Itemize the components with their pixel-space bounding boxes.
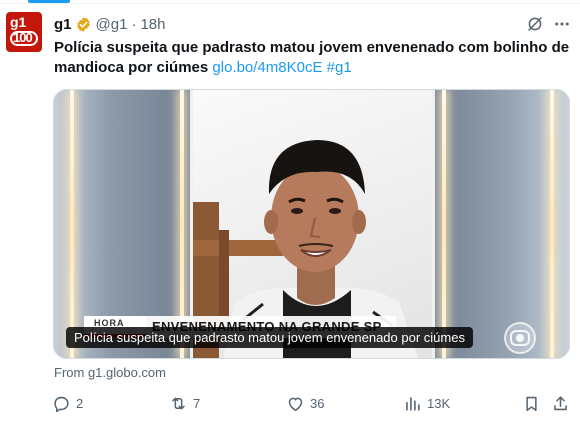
avatar-logo-text: g1 [10,14,27,30]
reply-button[interactable]: 2 [52,392,83,414]
bookmark-icon [526,396,537,411]
tweet-time[interactable]: 18h [140,16,165,33]
views-count: 13K [427,395,451,411]
video-caption: Polícia suspeita que padrasto matou jove… [66,327,473,348]
tweet-actions: 2 7 36 13K [52,392,572,416]
like-button[interactable]: 36 [286,392,324,414]
top-divider [0,0,580,4]
bookmark-button[interactable] [522,392,546,414]
views-icon [406,396,420,411]
tweet-hashtag[interactable]: #g1 [327,59,352,76]
share-button[interactable] [551,392,575,414]
video-card[interactable]: HORA ENVENENAMENTO NA GRANDE SP Polícia … [53,89,570,359]
author-name[interactable]: g1 [54,16,72,33]
author-handle[interactable]: @g1 [96,16,128,33]
verified-badge-icon[interactable] [75,16,92,33]
repost-icon [172,397,185,409]
avatar-badge-text: 100 [13,30,33,45]
repost-button[interactable]: 7 [169,392,200,414]
share-icon [554,395,567,410]
reply-count: 2 [76,395,84,411]
like-icon [288,397,303,411]
avatar[interactable]: g1 100 [6,12,42,52]
like-count: 36 [310,395,325,411]
link-source[interactable]: From g1.globo.com [54,365,166,380]
grok-icon[interactable] [526,15,544,33]
repost-count: 7 [193,395,201,411]
more-icon[interactable] [553,15,571,33]
globo-logo-icon [504,322,536,354]
tweet-text: Polícia suspeita que padrasto matou jove… [54,38,570,78]
studio-light [70,90,74,358]
reply-icon [54,396,69,412]
separator-dot: · [131,15,137,33]
tweet-link[interactable]: glo.bo/4m8K0cE [212,59,322,76]
tweet-header: g1 @g1 · 18h [54,14,165,34]
divider-line [0,3,580,4]
views-button[interactable]: 13K [403,392,450,414]
